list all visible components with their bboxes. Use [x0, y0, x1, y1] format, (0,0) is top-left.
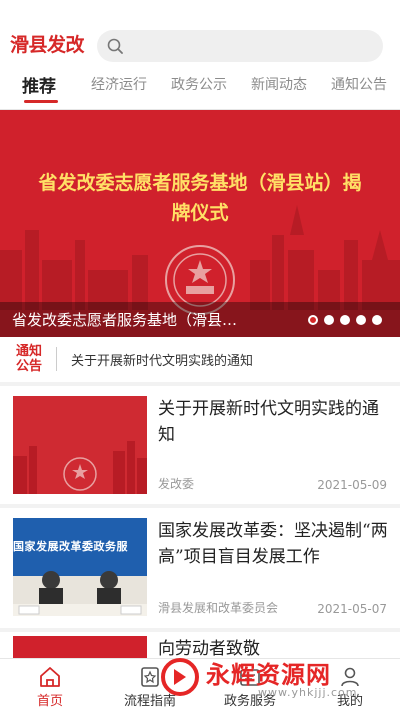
thumbnail-banner-text: 国家发展改革委政务服: [13, 540, 128, 553]
carousel-dot[interactable]: [340, 315, 350, 325]
carousel-dot[interactable]: [372, 315, 382, 325]
news-source: 滑县发展和改革委员会: [158, 601, 279, 615]
watermark: 永辉资源网 www.yhkjjj.com: [160, 653, 396, 707]
tab-public-affairs[interactable]: 政务公示: [171, 74, 227, 94]
nav-home[interactable]: 首页: [0, 659, 100, 711]
news-title: 关于开展新时代文明实践的通知: [158, 399, 379, 445]
nav-label: 首页: [36, 694, 63, 709]
news-source: 发改委: [158, 477, 195, 491]
tab-recommend[interactable]: 推荐: [22, 72, 56, 97]
meeting-photo: [13, 518, 147, 616]
notice-bar[interactable]: 通知公告 关于开展新时代文明实践的通知: [0, 337, 400, 382]
guide-icon: [141, 667, 159, 687]
search-input[interactable]: [97, 30, 383, 62]
watermark-title: 永辉资源网: [206, 661, 331, 689]
category-tabs: 推荐 经济运行 政务公示 新闻动态 通知公告: [0, 62, 400, 110]
carousel-indicators: [308, 315, 382, 325]
banner-carousel[interactable]: 省发改委志愿者服务基地（滑县站）揭牌仪式 省发改委志愿者服务基地（滑县…: [0, 110, 400, 337]
news-thumbnail: [13, 396, 147, 494]
notice-badge: 通知公告: [15, 344, 42, 374]
banner-caption: 省发改委志愿者服务基地（滑县…: [12, 311, 238, 329]
tab-economy[interactable]: 经济运行: [91, 74, 147, 94]
watermark-url: www.yhkjjj.com: [258, 686, 358, 699]
watermark-logo-icon: [161, 658, 199, 696]
news-item[interactable]: 国家发展改革委政务服 国家发展改革委：坚决遏制“两高”项目盲目发展工作 滑县发展…: [0, 508, 400, 628]
news-thumbnail: 国家发展改革委政务服: [13, 518, 147, 616]
carousel-dot[interactable]: [308, 315, 318, 325]
search-icon: [107, 38, 123, 54]
tab-news[interactable]: 新闻动态: [251, 74, 307, 94]
home-icon: [40, 667, 60, 687]
notice-text[interactable]: 关于开展新时代文明实践的通知: [71, 350, 253, 369]
emblem-thumbnail: [13, 396, 147, 494]
tab-announcements[interactable]: 通知公告: [331, 74, 387, 94]
news-item[interactable]: 关于开展新时代文明实践的通知 发改委 2021-05-09: [0, 386, 400, 504]
banner-headline: 省发改委志愿者服务基地（滑县站）揭牌仪式: [38, 172, 362, 224]
carousel-dot[interactable]: [356, 315, 366, 325]
divider: [56, 347, 57, 371]
news-date: 2021-05-09: [317, 478, 387, 492]
carousel-dot[interactable]: [324, 315, 334, 325]
banner-caption-bar: 省发改委志愿者服务基地（滑县…: [0, 302, 400, 337]
active-tab-indicator: [24, 100, 58, 103]
news-title: 国家发展改革委：坚决遏制“两高”项目盲目发展工作: [158, 521, 388, 567]
news-date: 2021-05-07: [317, 602, 387, 616]
top-bar: 滑县发改: [0, 0, 400, 62]
app-logo: 滑县发改: [10, 34, 85, 56]
